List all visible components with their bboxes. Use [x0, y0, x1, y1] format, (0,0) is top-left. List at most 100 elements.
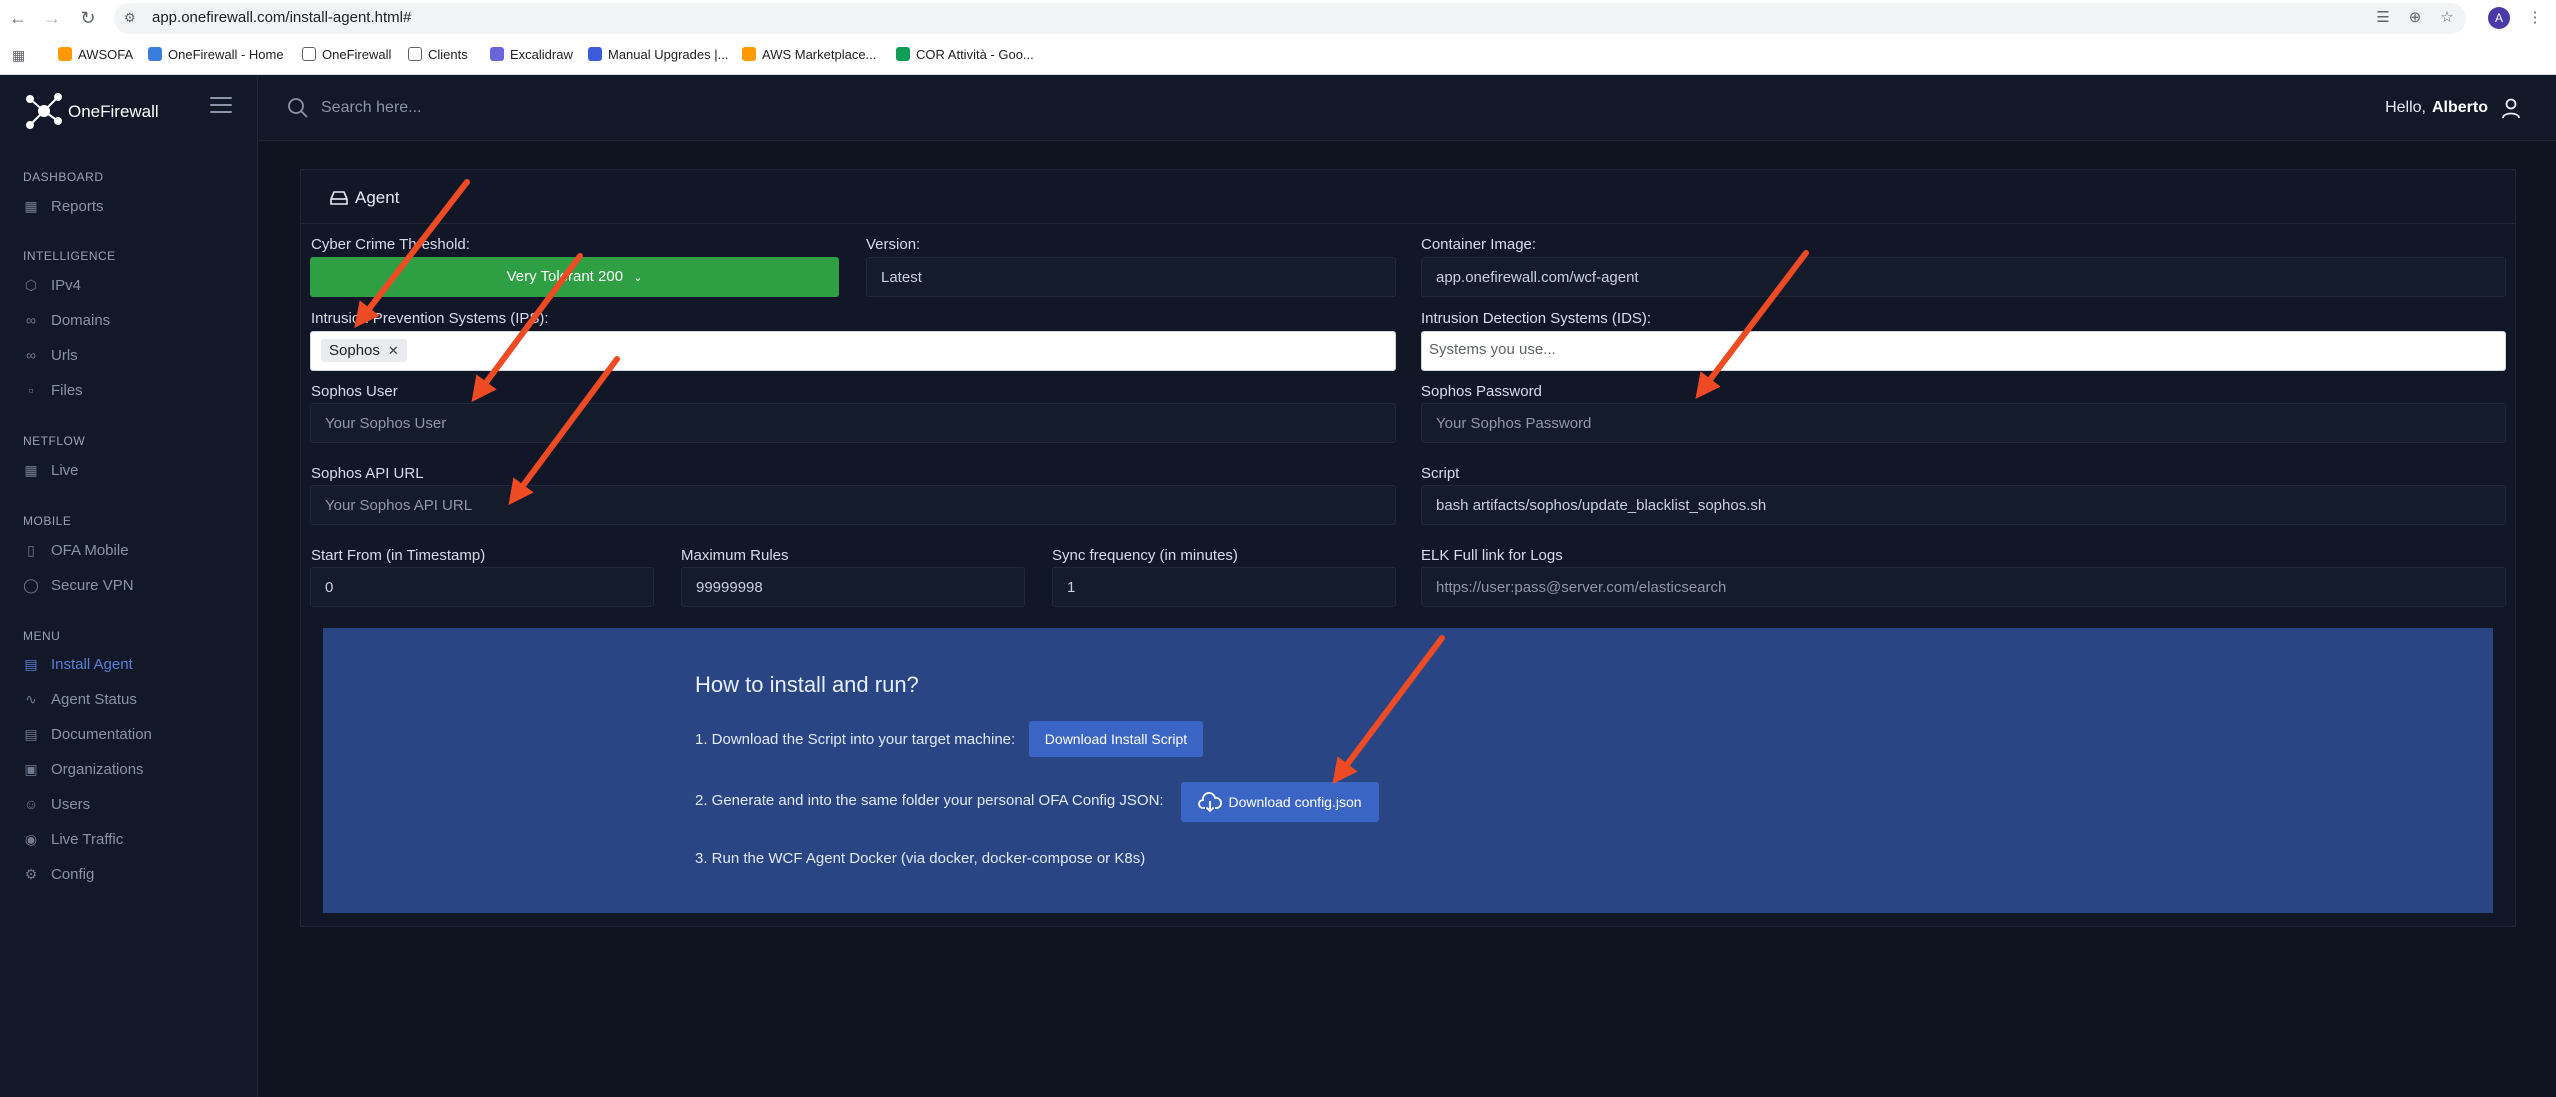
remove-chip-icon[interactable]: ✕: [388, 343, 399, 358]
bookmark-item[interactable]: Manual Upgrades |...: [588, 47, 728, 65]
link-icon: ∞: [26, 312, 36, 328]
sidebar-item-ofa-mobile[interactable]: ▯ OFA Mobile: [23, 542, 243, 564]
onefirewall-logo-icon: [26, 93, 62, 129]
cube-icon: ⬡: [24, 277, 38, 293]
document-icon: ▤: [24, 726, 38, 742]
sidebar-item-reports[interactable]: ▦ Reports: [23, 198, 243, 220]
grid-icon: ▦: [24, 198, 38, 214]
ids-label: Intrusion Detection Systems (IDS):: [1421, 310, 1652, 327]
download-install-script-button[interactable]: Download Install Script: [1029, 721, 1203, 757]
topbar: Hello,Alberto: [259, 75, 2556, 141]
sophos-password-label: Sophos Password: [1421, 383, 1542, 400]
section-title-menu: MENU: [23, 629, 61, 643]
download-config-json-button[interactable]: Download config.json: [1181, 782, 1379, 822]
bookmark-favicon-icon: [148, 47, 162, 61]
brand-name: OneFirewall: [68, 102, 159, 121]
gear-icon: ⚙: [24, 866, 38, 882]
users-icon: ☺: [23, 796, 39, 812]
sidebar-item-ipv4[interactable]: ⬡ IPv4: [23, 277, 243, 299]
sidebar-item-organizations[interactable]: ▣ Organizations: [23, 761, 243, 783]
bookmark-favicon-icon: [58, 47, 72, 61]
install-title: How to install and run?: [695, 672, 919, 697]
start-from-input[interactable]: 0: [310, 567, 654, 607]
container-image-field[interactable]: app.onefirewall.com/wcf-agent: [1421, 257, 2506, 297]
section-title-dashboard: DASHBOARD: [23, 170, 104, 184]
menu-dots-icon[interactable]: ⋮: [2524, 7, 2546, 29]
sophos-user-label: Sophos User: [311, 383, 398, 400]
sidebar-item-agent-status[interactable]: ∿ Agent Status: [23, 691, 243, 713]
address-bar[interactable]: ⚙: [114, 3, 2466, 34]
agent-card: Agent Cyber Crime Threshold: Very Tolera…: [300, 169, 2516, 927]
maximum-rules-input[interactable]: 99999998: [681, 567, 1025, 607]
forward-icon[interactable]: →: [40, 6, 64, 30]
bookmark-item[interactable]: Clients: [408, 47, 468, 65]
sidebar: OneFirewall DASHBOARD ▦ Reports INTELLIGE…: [0, 75, 258, 1097]
ips-multiselect[interactable]: Sophos ✕: [310, 331, 1396, 371]
ips-label: Intrusion Prevention Systems (IPS):: [311, 310, 549, 327]
folder-icon: [408, 47, 422, 61]
bookmark-item[interactable]: COR Attività - Goo...: [896, 47, 1034, 65]
sophos-password-input[interactable]: Your Sophos Password: [1421, 403, 2506, 443]
star-icon[interactable]: ☆: [2436, 7, 2458, 29]
script-label: Script: [1421, 465, 1460, 482]
ips-chip: Sophos ✕: [321, 339, 407, 362]
sophos-user-input[interactable]: Your Sophos User: [310, 403, 1396, 443]
section-title-netflow: NETFLOW: [23, 434, 86, 448]
user-icon[interactable]: [2500, 97, 2522, 119]
card-header: Agent: [301, 170, 2515, 224]
start-from-label: Start From (in Timestamp): [311, 547, 486, 564]
elk-link-input[interactable]: https://user:pass@server.com/elasticsear…: [1421, 567, 2506, 607]
sync-frequency-label: Sync frequency (in minutes): [1052, 547, 1238, 564]
activity-icon: ∿: [25, 691, 37, 707]
sidebar-item-live-traffic[interactable]: ◉ Live Traffic: [23, 831, 243, 853]
section-title-mobile: MOBILE: [23, 514, 72, 528]
sidebar-item-urls[interactable]: ∞ Urls: [23, 347, 243, 369]
search-icon[interactable]: [287, 97, 309, 119]
cloud-download-icon: [1198, 792, 1223, 813]
elk-link-label: ELK Full link for Logs: [1421, 547, 1563, 564]
translate-icon[interactable]: ☰: [2372, 7, 2394, 29]
profile-avatar[interactable]: A: [2488, 7, 2510, 29]
url-text[interactable]: app.onefirewall.com/install-agent.html#: [152, 9, 411, 26]
back-icon[interactable]: ←: [6, 6, 30, 30]
search-input[interactable]: [321, 95, 821, 121]
sophos-api-url-label: Sophos API URL: [311, 465, 424, 482]
ids-input[interactable]: [1429, 341, 2498, 358]
bookmark-item[interactable]: OneFirewall: [302, 47, 391, 65]
install-step-1: 1. Download the Script into your target …: [695, 731, 1016, 748]
sophos-api-url-input[interactable]: Your Sophos API URL: [310, 485, 1396, 525]
sidebar-item-live[interactable]: ▦ Live: [23, 462, 243, 484]
user-name: Alberto: [2432, 99, 2488, 116]
version-field[interactable]: Latest: [866, 257, 1396, 297]
bookmark-favicon-icon: [588, 47, 602, 61]
drive-icon: [330, 191, 348, 205]
sidebar-item-files[interactable]: ▫ Files: [23, 382, 243, 404]
sidebar-item-config[interactable]: ⚙ Config: [23, 866, 243, 888]
bookmark-item[interactable]: AWSOFA: [58, 47, 133, 65]
script-field[interactable]: bash artifacts/sophos/update_blacklist_s…: [1421, 485, 2506, 525]
ids-multiselect[interactable]: [1421, 331, 2506, 371]
sidebar-item-install-agent[interactable]: ▤ Install Agent: [23, 656, 243, 678]
bookmark-item[interactable]: OneFirewall - Home: [148, 47, 284, 65]
user-greeting[interactable]: Hello, Alberto: [2385, 99, 2488, 117]
shield-icon: ◯: [23, 577, 39, 593]
briefcase-icon: ▣: [24, 761, 38, 777]
bookmark-favicon-icon: [490, 47, 504, 61]
bookmark-favicon-icon: [742, 47, 756, 61]
globe-icon: ◉: [24, 831, 38, 847]
zoom-icon[interactable]: ⊕: [2404, 7, 2426, 29]
apps-grid-icon[interactable]: ▦: [12, 47, 25, 65]
site-settings-icon[interactable]: ⚙: [124, 10, 136, 26]
bookmark-item[interactable]: Excalidraw: [490, 47, 573, 65]
hamburger-menu-icon[interactable]: [210, 97, 232, 115]
reload-icon[interactable]: ↻: [76, 6, 100, 30]
drive-icon: ▤: [24, 656, 38, 672]
cyber-crime-threshold-dropdown[interactable]: Very Tolerant 200 ⌄: [310, 257, 839, 297]
sidebar-item-secure-vpn[interactable]: ◯ Secure VPN: [23, 577, 243, 599]
sidebar-item-documentation[interactable]: ▤ Documentation: [23, 726, 243, 748]
bookmark-item[interactable]: AWS Marketplace...: [742, 47, 876, 65]
sidebar-item-users[interactable]: ☺ Users: [23, 796, 243, 818]
sidebar-item-domains[interactable]: ∞ Domains: [23, 312, 243, 334]
sync-frequency-input[interactable]: 1: [1052, 567, 1396, 607]
version-label: Version:: [866, 236, 921, 253]
